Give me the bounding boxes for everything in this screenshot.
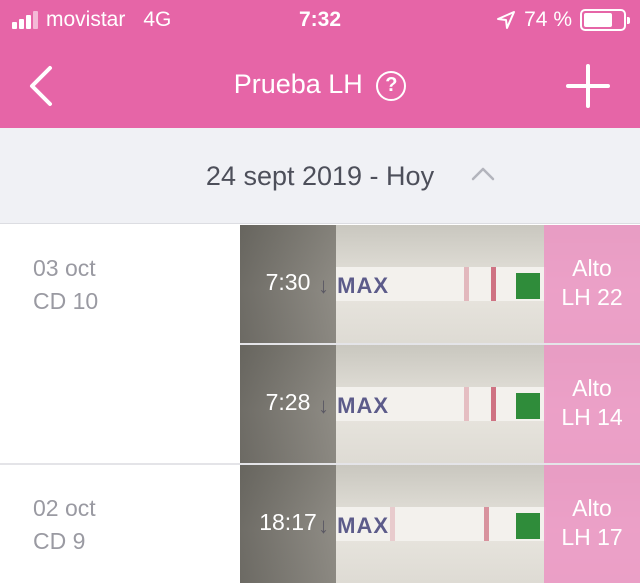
test-result: Alto LH 17 [544,465,640,583]
test-result: Alto LH 14 [544,345,640,463]
day-group-1: 03 oct CD 10 [0,225,240,463]
result-level: Alto [572,375,612,401]
result-level: Alto [572,495,612,521]
test-entry[interactable]: ↓ MAX 7:28 Alto LH 14 [240,345,640,463]
cycle-day: CD 10 [33,288,99,314]
result-level: Alto [572,255,612,281]
test-time: 18:17 [259,509,317,535]
battery-icon [580,9,630,31]
cycle-day: CD 9 [33,528,86,554]
day-date: 03 oct [33,255,96,281]
control-line [390,507,395,541]
date-range-label: 24 sept 2019 - Hoy [205,161,435,191]
test-line [464,387,469,421]
navigation-bar: Prueba LH ? [0,44,640,128]
page-title-text: Prueba LH [233,69,363,99]
result-lh: LH 14 [561,404,623,430]
result-lh: LH 22 [561,284,623,310]
test-time: 7:30 [265,269,311,295]
test-line [464,267,469,301]
date-range-header[interactable]: 24 sept 2019 - Hoy [0,128,640,224]
chevron-up-icon[interactable] [470,164,496,184]
test-time: 7:28 [265,389,311,415]
help-icon[interactable]: ? [376,70,407,101]
location-arrow-icon [497,11,516,29]
strip-handle [516,513,540,539]
battery-percent: 74 % [524,8,572,31]
control-line [491,267,496,301]
test-entry[interactable]: ↓ MAX 18:17 Alto LH 17 [240,465,640,583]
status-bar: movistar 4G 7:32 74 % [0,0,640,44]
add-icon[interactable] [566,64,610,108]
strip-handle [516,393,540,419]
day-group-2: 02 oct CD 9 [0,465,240,583]
day-date: 02 oct [33,495,96,521]
battery-fill [584,13,613,27]
strip-handle [516,273,540,299]
control-line [491,387,496,421]
result-lh: LH 17 [561,524,623,550]
status-right: 74 % [496,8,630,32]
test-line [484,507,489,541]
top-bar: movistar 4G 7:32 74 % Prueba LH ? [0,0,640,128]
test-entry[interactable]: ↓ MAX 7:30 Alto LH 22 [240,225,640,343]
page-title: Prueba LH ? [0,69,640,101]
test-result: Alto LH 22 [544,225,640,343]
